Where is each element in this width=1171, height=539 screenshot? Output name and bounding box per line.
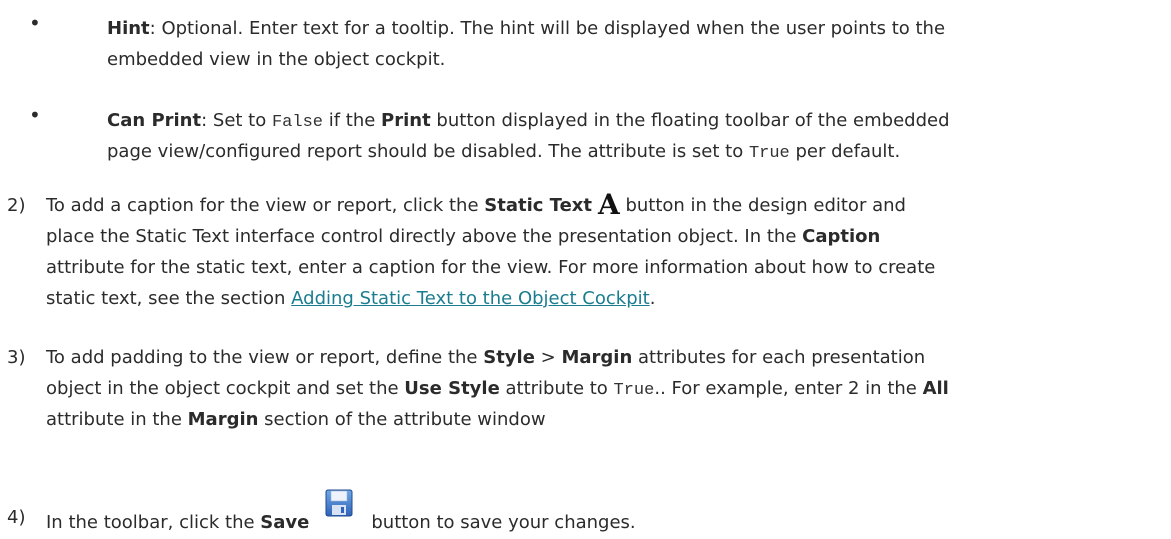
static-text-label: Static Text [484, 195, 592, 216]
hint-line-1: Hint: Optional. Enter text for a tooltip… [107, 18, 946, 39]
code-true-2: True [613, 381, 655, 400]
can-print-line-2: page view/configured report should be di… [107, 141, 901, 163]
step-2-line-4: static text, see the section Adding Stat… [46, 288, 656, 309]
code-false: False [271, 113, 323, 132]
use-style-label: Use Style [404, 378, 500, 399]
floppy-disk-save-icon [325, 488, 353, 518]
static-text-A-icon: A [598, 188, 620, 221]
step-2-line-1: To add a caption for the view or report,… [46, 188, 906, 221]
caption-label: Caption [802, 226, 881, 247]
step-4-line-1: In the toolbar, click the Save button to… [46, 489, 636, 538]
bullet-hint: • [29, 11, 41, 35]
margin-label: Margin [561, 347, 633, 368]
save-label: Save [260, 512, 310, 533]
step-3-line-2: object in the object cockpit and set the… [46, 378, 949, 400]
step-4-number: 4) [7, 507, 26, 528]
step-3-number: 3) [7, 347, 26, 368]
step-3-line-1: To add padding to the view or report, de… [46, 347, 926, 368]
adding-static-text-link[interactable]: Adding Static Text to the Object Cockpit [291, 288, 650, 309]
code-true: True [748, 144, 790, 163]
all-label: All [922, 378, 949, 399]
step-2-number: 2) [7, 195, 26, 216]
style-label: Style [483, 347, 535, 368]
hint-term: Hint [107, 18, 150, 39]
bullet-can-print: • [29, 103, 41, 127]
step-2-line-2: place the Static Text interface control … [46, 226, 881, 247]
hint-line-2: embedded view in the object cockpit. [107, 49, 446, 70]
can-print-line-1: Can Print: Set to False if the Print but… [107, 110, 950, 132]
can-print-term: Can Print [107, 110, 202, 131]
print-label: Print [381, 110, 431, 131]
step-2-line-3: attribute for the static text, enter a c… [46, 257, 936, 278]
step-3-line-3: attribute in the Margin section of the a… [46, 409, 546, 430]
margin-label-2: Margin [187, 409, 259, 430]
